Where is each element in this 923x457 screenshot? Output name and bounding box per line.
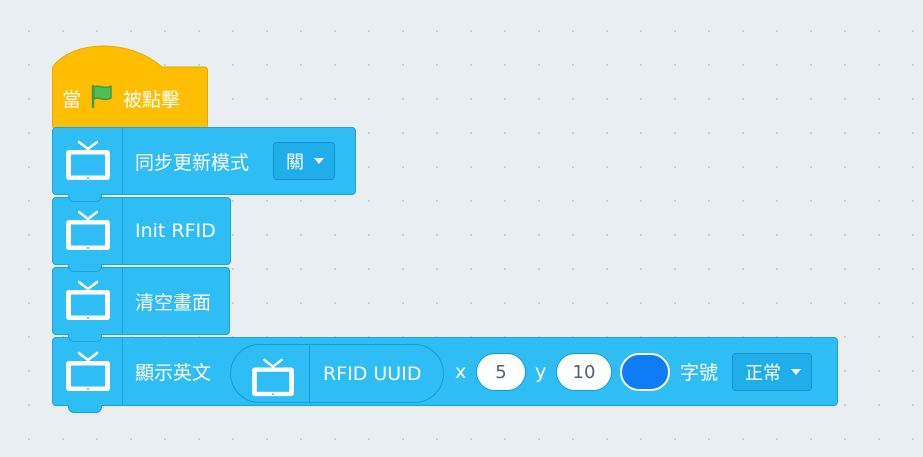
- clear-screen-block[interactable]: 清空畫面: [52, 267, 230, 342]
- hat-prefix-label: 當: [62, 88, 82, 111]
- sync-update-mode-block[interactable]: 同步更新模式 關: [52, 127, 356, 202]
- hat-suffix-label: 被點擊: [123, 88, 181, 111]
- green-flag-icon: [89, 83, 115, 114]
- caret-down-icon: [791, 369, 801, 375]
- reporter-icon-cell: [249, 358, 297, 402]
- tv-icon: [65, 140, 110, 180]
- block-icon-cell: [53, 128, 123, 194]
- block-label: 清空畫面: [135, 291, 212, 314]
- y-label: y: [535, 360, 547, 383]
- block-icon-cell: [53, 268, 123, 334]
- font-size-label: 字號: [680, 362, 719, 384]
- block-label: Init RFID: [135, 220, 216, 242]
- block-connector: [68, 264, 102, 272]
- block-icon-cell: [53, 198, 123, 264]
- block-connector: [68, 334, 102, 342]
- tv-icon: [65, 351, 110, 391]
- block-connector: [68, 405, 102, 413]
- reporter-label: RFID UUID: [323, 362, 422, 385]
- block-connector: [68, 194, 102, 202]
- hat-block-text: 當 被點擊: [62, 83, 180, 113]
- tv-icon: [252, 358, 294, 397]
- tv-icon: [65, 210, 110, 250]
- y-input[interactable]: 10: [556, 353, 612, 391]
- block-icon-cell: [53, 338, 123, 405]
- reporter-divider: [309, 345, 310, 402]
- tv-icon: [65, 280, 110, 320]
- caret-down-icon: [314, 158, 324, 164]
- init-rfid-block[interactable]: Init RFID: [52, 197, 231, 272]
- block-workspace[interactable]: 當 被點擊 同步更新模式 關 Init RFID 清空畫面 顯示英文 RFID …: [0, 0, 923, 457]
- display-english-block[interactable]: 顯示英文 RFID UUID x 5 y 10 字號 正常: [52, 337, 838, 413]
- block-label: 顯示英文: [135, 362, 212, 384]
- color-picker[interactable]: [620, 353, 670, 391]
- x-label: x: [455, 360, 467, 383]
- font-size-dropdown[interactable]: 正常: [732, 353, 812, 391]
- rfid-uuid-reporter[interactable]: RFID UUID: [230, 344, 444, 403]
- dropdown-value: 正常: [745, 363, 781, 384]
- block-label: 同步更新模式: [135, 151, 250, 174]
- dropdown-value: 關: [286, 152, 304, 173]
- when-flag-clicked-block[interactable]: 當 被點擊: [52, 45, 208, 131]
- x-input[interactable]: 5: [476, 353, 526, 391]
- sync-mode-dropdown[interactable]: 關: [273, 142, 335, 180]
